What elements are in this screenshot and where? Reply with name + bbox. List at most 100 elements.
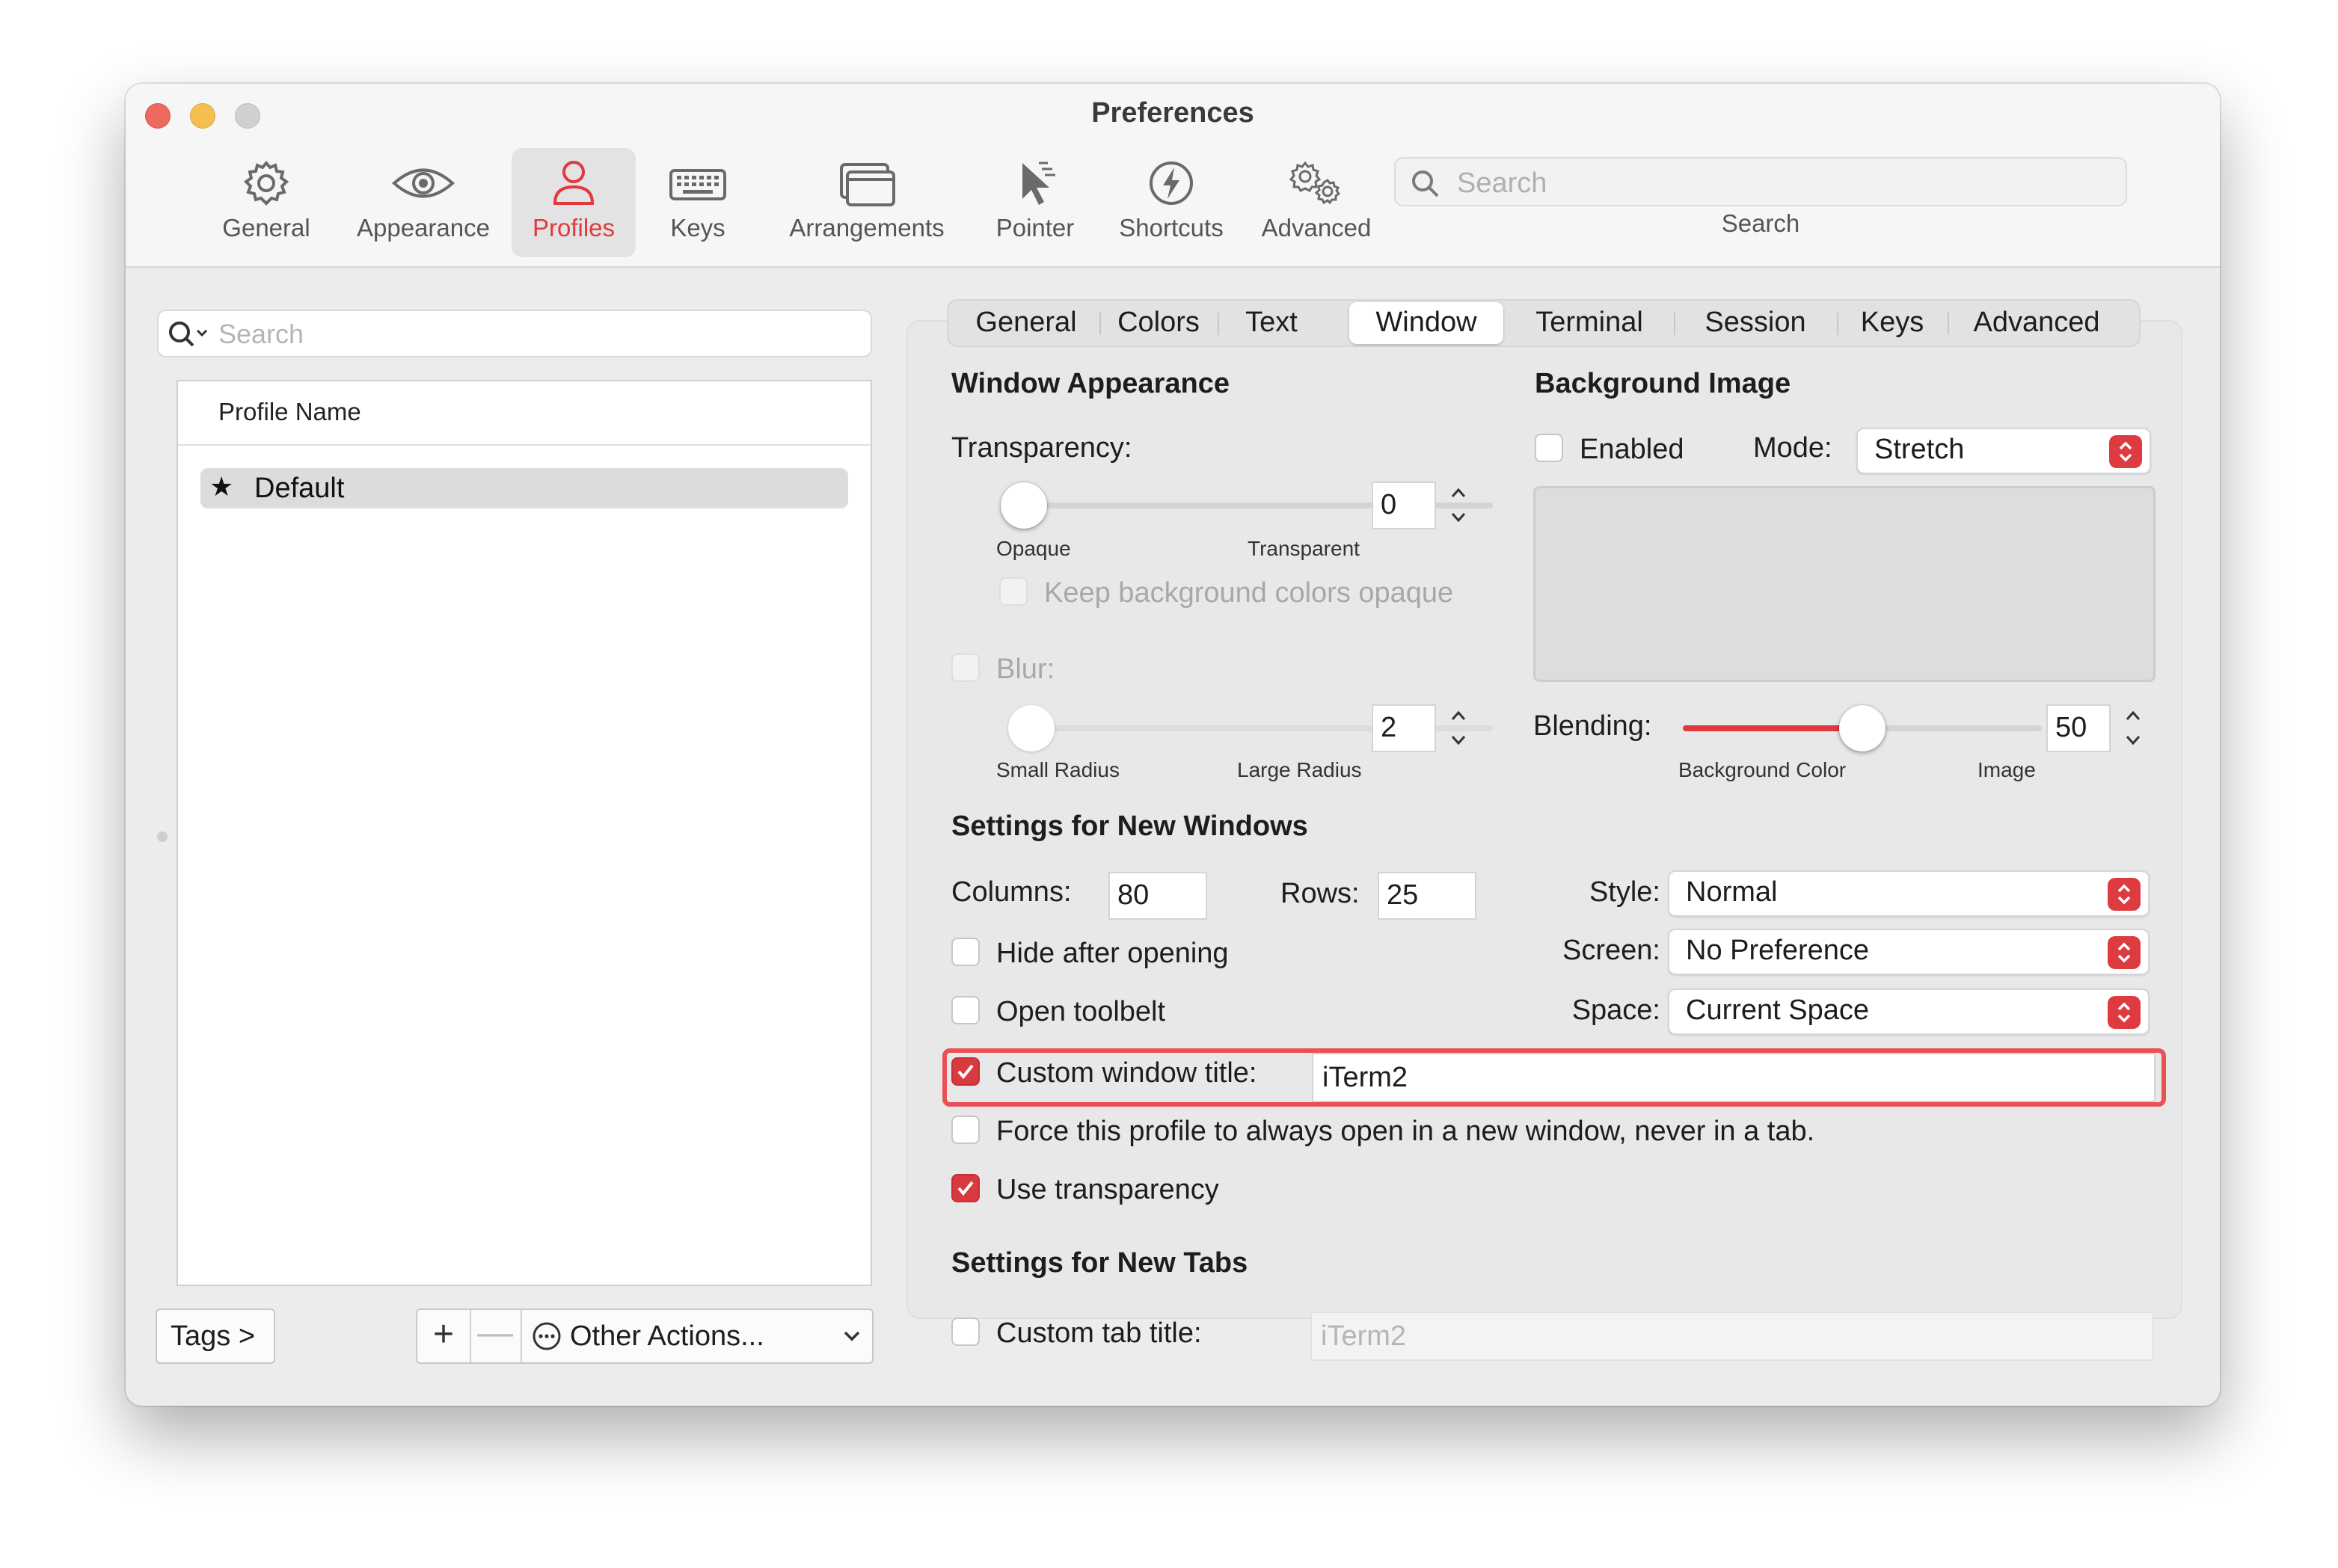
- tab-colors[interactable]: Colors: [1102, 301, 1215, 345]
- profile-name-column-header: Profile Name: [218, 398, 361, 425]
- toolbar-pointer[interactable]: Pointer: [974, 148, 1096, 257]
- new-windows-heading: Settings for New Windows: [951, 811, 1308, 842]
- toolbar-advanced-label: Advanced: [1261, 214, 1372, 242]
- screen-value: No Preference: [1686, 935, 1870, 966]
- popup-arrows-icon: [2108, 996, 2141, 1029]
- toolbar-search-field[interactable]: Search: [1394, 157, 2127, 206]
- blur-value: 2: [1381, 712, 1397, 743]
- lightning-icon: [1150, 162, 1193, 205]
- blending-value-field[interactable]: 50: [2046, 704, 2111, 752]
- bg-image-well[interactable]: [1533, 486, 2156, 682]
- blur-stepper[interactable]: [1442, 704, 1475, 754]
- stepper-up-icon[interactable]: [1445, 482, 1472, 505]
- tab-separator: [1837, 313, 1838, 335]
- blending-stepper[interactable]: [2117, 704, 2150, 754]
- tab-keys[interactable]: Keys: [1840, 301, 1945, 345]
- toolbar-arrangements[interactable]: Arrangements: [761, 148, 972, 257]
- tab-advanced[interactable]: Advanced: [1951, 301, 2123, 345]
- toolbar-search-placeholder: Search: [1457, 167, 1547, 199]
- toolbar-search-caption: Search: [1721, 209, 1800, 237]
- blending-slider-knob[interactable]: [1839, 705, 1886, 751]
- hide-after-opening-checkbox[interactable]: [951, 938, 980, 966]
- use-transparency-checkbox[interactable]: [951, 1174, 980, 1202]
- blur-value-field[interactable]: 2: [1372, 704, 1436, 752]
- stepper-up-icon[interactable]: [1445, 704, 1472, 728]
- tab-session[interactable]: Session: [1677, 301, 1834, 345]
- open-toolbelt-checkbox[interactable]: [951, 996, 980, 1024]
- profile-list-header[interactable]: Profile Name: [178, 381, 871, 446]
- toolbar-keys[interactable]: Keys: [649, 148, 746, 257]
- tab-separator: [1218, 313, 1219, 335]
- other-actions-label: Other Actions...: [570, 1320, 764, 1352]
- profile-name: Default: [254, 473, 345, 504]
- tab-general[interactable]: General: [956, 301, 1096, 345]
- toolbar-appearance[interactable]: Appearance: [347, 148, 500, 257]
- split-view-handle[interactable]: [157, 831, 168, 842]
- screen-label: Screen:: [1562, 935, 1660, 966]
- tags-button-label: Tags >: [171, 1320, 256, 1352]
- transparency-stepper[interactable]: [1442, 482, 1475, 531]
- gear-icon: [243, 160, 289, 206]
- toolbar-general-label: General: [222, 214, 310, 242]
- transparency-value-field[interactable]: 0: [1372, 482, 1436, 529]
- popup-arrows-icon: [2108, 936, 2141, 969]
- search-menu-icon: [169, 322, 208, 347]
- custom-window-title-checkbox[interactable]: [951, 1057, 980, 1086]
- open-toolbelt-label: Open toolbelt: [996, 996, 1166, 1027]
- mode-label: Mode:: [1753, 432, 1832, 464]
- tags-button[interactable]: Tags >: [156, 1309, 275, 1364]
- profile-row-default[interactable]: ★ Default: [200, 468, 848, 508]
- transparency-value: 0: [1381, 489, 1397, 520]
- style-value: Normal: [1686, 876, 1778, 908]
- background-image-heading: Background Image: [1535, 368, 1791, 399]
- stepper-down-icon[interactable]: [1445, 505, 1472, 529]
- rows-field[interactable]: 25: [1378, 872, 1476, 920]
- blur-slider-knob[interactable]: [1008, 705, 1055, 751]
- space-value: Current Space: [1686, 994, 1870, 1026]
- window-title: Preferences: [1091, 97, 1254, 129]
- custom-tab-title-checkbox[interactable]: [951, 1318, 980, 1346]
- style-popup[interactable]: Normal: [1668, 870, 2150, 917]
- custom-tab-title-field[interactable]: iTerm2: [1310, 1312, 2154, 1361]
- toolbar-profiles[interactable]: Profiles: [512, 148, 636, 257]
- custom-tab-title-label: Custom tab title:: [996, 1318, 1202, 1349]
- hide-after-opening-label: Hide after opening: [996, 938, 1229, 969]
- keep-bg-opaque-checkbox[interactable]: [999, 577, 1028, 606]
- columns-value: 80: [1117, 879, 1150, 911]
- toolbar: Preferences General Appearance Profiles …: [126, 84, 2220, 268]
- profile-search-field[interactable]: Search: [157, 310, 872, 357]
- stepper-down-icon[interactable]: [1445, 728, 1472, 752]
- blur-checkbox[interactable]: [951, 654, 980, 682]
- remove-profile-button[interactable]: —: [470, 1310, 522, 1362]
- add-profile-button[interactable]: +: [417, 1310, 471, 1362]
- other-actions-popup[interactable]: Other Actions...: [522, 1310, 874, 1362]
- preferences-window: Preferences General Appearance Profiles …: [126, 84, 2220, 1406]
- tab-text[interactable]: Text: [1221, 301, 1322, 345]
- mode-popup[interactable]: Stretch: [1856, 428, 2151, 474]
- space-popup[interactable]: Current Space: [1668, 989, 2150, 1035]
- ellipsis-circle-icon: [533, 1322, 561, 1350]
- pointer-icon: [1022, 162, 1055, 205]
- custom-window-title-value: iTerm2: [1322, 1062, 1408, 1093]
- toolbar-advanced[interactable]: Advanced: [1246, 148, 1387, 257]
- tab-window[interactable]: Window: [1349, 302, 1503, 344]
- custom-window-title-field[interactable]: iTerm2: [1312, 1053, 2156, 1102]
- tab-separator: [1099, 313, 1101, 335]
- popup-arrows-icon: [2108, 878, 2141, 911]
- columns-field[interactable]: 80: [1108, 872, 1207, 920]
- search-icon: [1412, 170, 1439, 197]
- toolbar-shortcuts[interactable]: Shortcuts: [1096, 148, 1246, 257]
- transparency-max-label: Transparent: [1248, 537, 1360, 560]
- stepper-up-icon[interactable]: [2120, 704, 2147, 728]
- checkmark-icon: [957, 1064, 974, 1080]
- profile-list: Profile Name ★ Default: [177, 380, 872, 1286]
- stepper-down-icon[interactable]: [2120, 728, 2147, 752]
- toolbar-general[interactable]: General: [215, 148, 317, 257]
- screen-popup[interactable]: No Preference: [1668, 929, 2150, 975]
- tab-terminal[interactable]: Terminal: [1508, 301, 1671, 345]
- force-new-window-checkbox[interactable]: [951, 1116, 980, 1144]
- use-transparency-label: Use transparency: [996, 1174, 1219, 1205]
- transparency-slider-knob[interactable]: [1001, 482, 1047, 529]
- mode-value: Stretch: [1874, 434, 1965, 465]
- bg-image-enabled-checkbox[interactable]: [1535, 434, 1563, 462]
